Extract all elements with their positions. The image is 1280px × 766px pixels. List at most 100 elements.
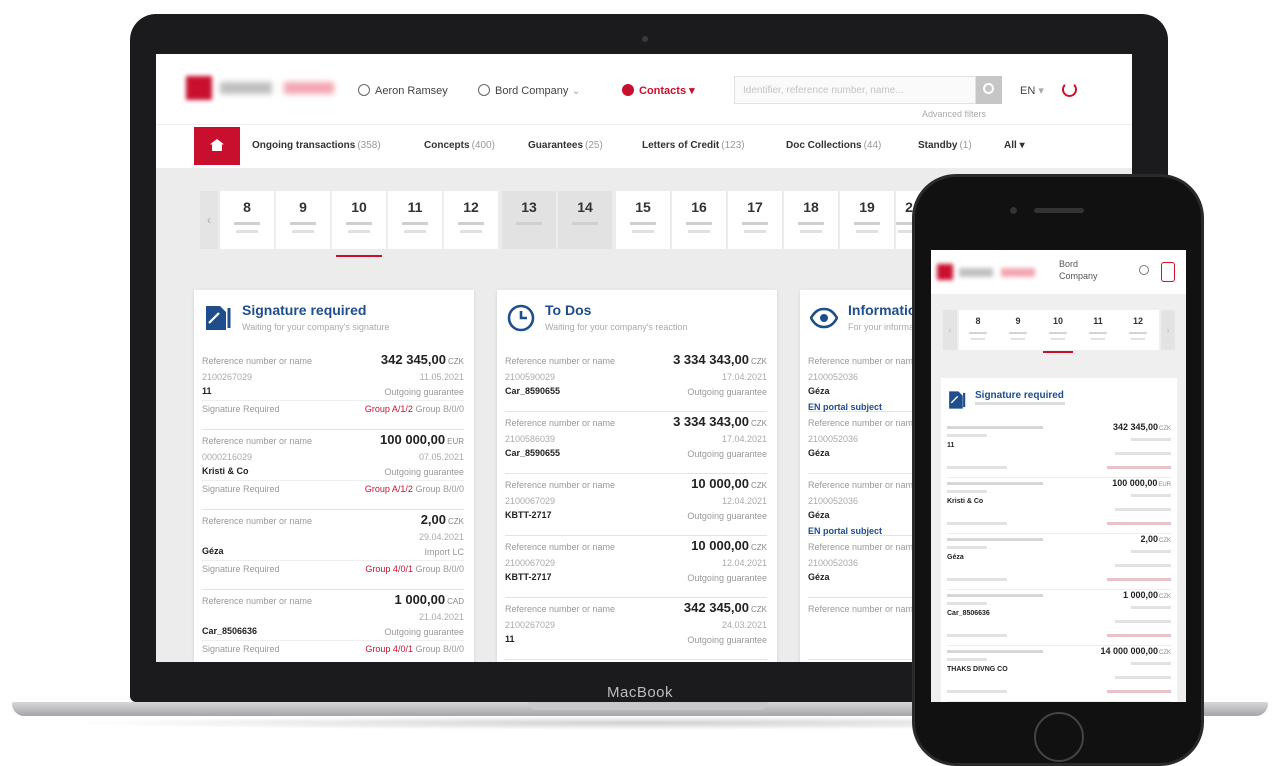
tab-concepts[interactable]: Concepts (400) [424,140,495,151]
row-name: Car_8506636 [202,626,258,636]
transaction-row[interactable]: 100 000,00EUR Kristi & Co [947,478,1171,534]
calendar-day[interactable]: 11 [1079,310,1117,350]
calendar-day[interactable]: 14 [558,191,612,249]
transaction-row[interactable]: Reference number or name 342 345,00 CZK 210… [202,350,464,430]
row-date: 17.04.2021 [721,372,767,382]
row-amount: 3 334 343,00 CZK [673,352,767,367]
row-label: Reference number or name [202,436,313,446]
chevron-down-icon: ▾ [1019,140,1025,151]
row-label [947,482,1043,485]
search-input[interactable]: Identifier, reference number, name... [734,76,976,104]
calendar-day[interactable]: 10 [332,191,386,257]
transaction-row[interactable]: 14 000 000,00CZK THAKS DIVNG CO [947,646,1171,702]
card-title[interactable]: Signature required [242,302,366,318]
calendar-day[interactable]: 12 [1119,310,1157,350]
chevron-down-icon: ⌄ [571,85,581,97]
signature-status: Signature Required [202,404,280,414]
weekday-label [854,222,880,225]
bank-logo[interactable] [186,76,212,100]
weekday-label [1089,332,1107,334]
row-date: 21.04.2021 [418,612,464,622]
company-selector[interactable]: Bord Company ⌄ [478,84,581,97]
calendar-day[interactable]: 15 [616,191,670,249]
tab-all[interactable]: All ▾ [1004,140,1025,151]
language-label: EN [1020,85,1036,97]
transaction-row[interactable]: Reference number or name 342 345,00 CZK 210… [505,598,767,660]
tab-letters-of-credit[interactable]: Letters of Credit (123) [642,140,745,151]
row-amount: 342 345,00CZK [683,600,767,615]
calendar-day[interactable]: 11 [388,191,442,249]
tab-guarantees[interactable]: Guarantees (25) [528,140,603,151]
transaction-row[interactable]: Reference number or name 2,00 CZK 29.04.202… [202,510,464,590]
calendar-prev-button[interactable]: ‹ [200,191,218,249]
signature-required-card[interactable]: Signature required 342 345,00CZK 11 100 00… [941,378,1177,702]
row-name: Car_8590655 [505,448,561,458]
calendar-day[interactable]: 9 [276,191,330,249]
month-label [744,230,766,233]
row-amount: 14 000 000,00CZK [1100,646,1171,656]
calendar-day[interactable]: 17 [728,191,782,249]
company-selector[interactable]: Bord Company [1059,258,1119,282]
tab-count: (358) [357,140,381,151]
search-button[interactable] [976,76,1002,104]
divider [202,400,464,401]
phone-home-button[interactable] [1034,712,1084,762]
tab-standby[interactable]: Standby (1) [918,140,972,151]
row-date [1131,550,1171,553]
transaction-row[interactable]: Reference number or name 3 334 343,00 CZK 2… [505,350,767,412]
contacts-menu[interactable]: Contacts ▾ [622,84,695,97]
row-currency: CZK [448,357,464,366]
transaction-row[interactable]: 342 345,00CZK 11 [947,422,1171,478]
calendar-day[interactable]: 8 [959,310,997,350]
weekday-label [234,222,260,225]
day-number: 11 [407,199,423,215]
signature-groups: Group 4/0/1 Group B/0/0 [365,564,464,574]
bank-logo[interactable] [937,264,953,280]
tab-count: (400) [471,140,495,151]
row-name: Géza [947,554,964,561]
month-label [1051,338,1065,340]
signature-groups [1107,578,1171,581]
calendar-day[interactable]: 9 [999,310,1037,350]
calendar-day[interactable]: 19 [840,191,894,249]
transaction-row[interactable]: Reference number or name 10 000,00 CZK 2100… [505,474,767,536]
calendar-day[interactable]: 10 [1039,310,1077,353]
laptop-camera [642,36,648,42]
calendar-day[interactable]: 12 [444,191,498,249]
row-reference [947,546,987,549]
tab-ongoing-transactions[interactable]: Ongoing transactions (358) [252,140,381,151]
row-date [1131,438,1171,441]
card-title[interactable]: To Dos [545,302,591,318]
menu-icon[interactable] [1161,262,1175,282]
divider [202,480,464,481]
transaction-row[interactable]: Reference number or name 3 334 343,00 CZK 2… [505,412,767,474]
row-amount: 100 000,00EUR [1112,478,1171,488]
calendar-day[interactable]: 8 [220,191,274,249]
transaction-row[interactable]: 2,00CZK Géza [947,534,1171,590]
weekday-label [458,222,484,225]
transaction-row[interactable]: Reference number or name 100 000,00 EUR 000… [202,430,464,510]
transaction-row[interactable]: Reference number or name 10 000,00 CZK 2100… [505,536,767,598]
logout-icon[interactable] [1062,82,1077,97]
row-currency: CZK [751,357,767,366]
weekday-label [572,222,598,225]
calendar-prev-button[interactable]: ‹ [943,310,957,350]
day-number: 10 [351,199,367,215]
user-menu[interactable]: Aeron Ramsey [358,84,448,97]
calendar-day[interactable]: 13 [502,191,556,249]
row-type: Import LC [424,547,464,557]
tab-doc-collections[interactable]: Doc Collections (44) [786,140,881,151]
row-name: Car_8590655 [505,386,561,396]
search-icon[interactable] [1139,265,1149,275]
transaction-row[interactable]: Reference number or name 1 000,00 CAD 21.04… [202,590,464,662]
row-currency: CZK [751,481,767,490]
calendar-next-button[interactable]: › [1161,310,1175,350]
transaction-row[interactable]: 1 000,00CZK Car_8506636 [947,590,1171,646]
portal-subject-link[interactable]: EN portal subject [808,526,882,536]
calendar-day[interactable]: 18 [784,191,838,249]
advanced-filters-link[interactable]: Advanced filters [922,109,986,119]
home-button[interactable] [194,127,240,165]
calendar-day[interactable]: 16 [672,191,726,249]
portal-subject-link[interactable]: EN portal subject [808,402,882,412]
language-selector[interactable]: EN ▾ [1020,84,1044,97]
